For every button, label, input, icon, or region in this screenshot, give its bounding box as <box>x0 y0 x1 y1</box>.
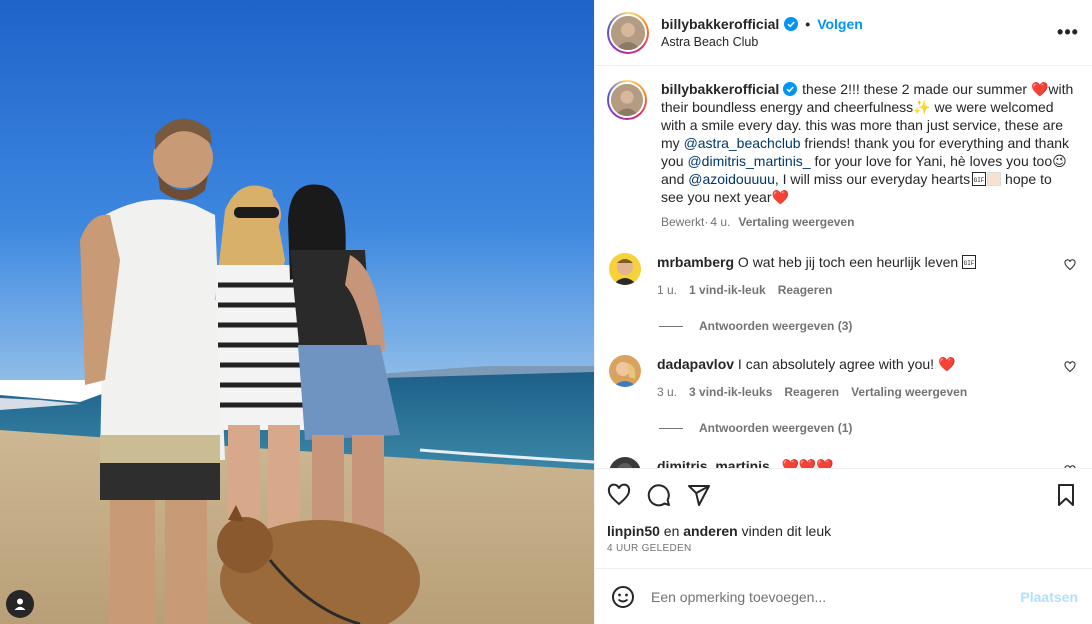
caption-segment: and <box>661 171 689 187</box>
post-panel: billybakkerofficial • Volgen Astra Beach… <box>594 0 1092 624</box>
replies-line <box>659 325 683 327</box>
mention-link[interactable]: @dimitris_martinis_ <box>687 153 810 169</box>
svg-text:GIF: GIF <box>974 177 985 184</box>
bookmark-save-icon[interactable] <box>1054 483 1078 507</box>
verified-badge-icon <box>783 82 798 96</box>
heart-emoji: ❤️ <box>771 189 789 205</box>
like-comment-heart-icon[interactable] <box>1064 361 1076 373</box>
mention-link[interactable]: @azoidouuuu <box>688 171 775 187</box>
comment-item: mrbamberg O wat heb jij toch een heurlij… <box>607 253 1076 299</box>
comment-item: dadapavlov I can absolutely agree with y… <box>607 355 1076 401</box>
caption-avatar[interactable] <box>607 80 647 120</box>
follow-button[interactable]: Volgen <box>817 16 863 32</box>
caption-age[interactable]: 4 u. <box>710 213 730 231</box>
beach-photo <box>0 0 594 624</box>
reply-button[interactable]: Reageren <box>784 383 839 401</box>
caption-username[interactable]: billybakkerofficial <box>661 81 779 97</box>
caption-segment: , I will miss our everyday hearts <box>774 171 971 187</box>
post-timestamp[interactable]: 4 UUR GELEDEN <box>607 543 1080 554</box>
commenter-avatar[interactable] <box>609 457 641 468</box>
commenter-avatar[interactable] <box>609 355 641 387</box>
more-options-button[interactable]: ••• <box>1056 21 1080 45</box>
like-comment-heart-icon[interactable] <box>1064 259 1076 271</box>
wink-emoji: 😉 <box>1052 153 1067 169</box>
likes-summary: linpin50 en anderen vinden dit leuk <box>607 523 1080 539</box>
mention-link[interactable]: @astra_beachclub <box>684 135 801 151</box>
author-avatar[interactable] <box>607 11 649 54</box>
post-comment-button[interactable]: Plaatsen <box>1020 589 1078 605</box>
commenter-avatar[interactable] <box>609 253 641 285</box>
view-replies-label: Antwoorden weergeven (1) <box>699 421 853 435</box>
author-username[interactable]: billybakkerofficial <box>661 16 779 32</box>
replies-line <box>659 427 683 429</box>
comment-age[interactable]: 1 u. <box>657 281 677 299</box>
like-heart-icon[interactable] <box>607 483 631 507</box>
view-replies-button[interactable]: Antwoorden weergeven (1) <box>659 421 1076 435</box>
heart-emoji: ❤️❤️❤️ <box>777 458 834 468</box>
svg-text:GIF: GIF <box>964 260 975 267</box>
translate-button[interactable]: Vertaling weergeven <box>851 383 967 401</box>
post-caption: billybakkerofficial these 2!!! these 2 m… <box>607 80 1076 231</box>
comment-input[interactable] <box>651 588 1021 605</box>
comment-text: I can absolutely agree with you! <box>734 356 938 372</box>
add-comment-bar: Plaatsen <box>595 568 1092 624</box>
heart-emoji: ❤️ <box>1030 81 1049 97</box>
separator-dot: • <box>805 16 811 32</box>
translate-button[interactable]: Vertaling weergeven <box>738 213 854 231</box>
liked-by-user[interactable]: linpin50 <box>607 523 660 539</box>
comment-text: O wat heb jij toch een heurlijk leven <box>734 254 963 270</box>
edited-label: Bewerkt <box>661 215 705 229</box>
post-actions: linpin50 en anderen vinden dit leuk 4 UU… <box>595 468 1092 568</box>
comments-section[interactable]: billybakkerofficial these 2!!! these 2 m… <box>595 66 1092 468</box>
commenter-username[interactable]: dadapavlov <box>657 356 734 372</box>
comment-bubble-icon[interactable] <box>647 483 671 507</box>
view-replies-button[interactable]: Antwoorden weergeven (3) <box>659 319 1076 333</box>
comment-likes[interactable]: 3 vind-ik-leuks <box>689 383 772 401</box>
gif-placeholder-icon: GIF <box>962 255 977 269</box>
sparkles-emoji: ✨ <box>913 99 931 115</box>
share-send-icon[interactable] <box>687 483 711 507</box>
tagged-users-button[interactable] <box>6 590 34 618</box>
likes-text: vinden dit leuk <box>737 523 832 539</box>
gif-placeholder-icon: GIF <box>972 172 987 186</box>
caption-segment: for your love for Yani, hè loves you too <box>810 153 1053 169</box>
emoji-picker-icon[interactable] <box>611 585 635 609</box>
blank-emoji-icon <box>987 172 1002 186</box>
likes-text: en <box>659 523 684 539</box>
post-location[interactable]: Astra Beach Club <box>661 35 1056 49</box>
post-header: billybakkerofficial • Volgen Astra Beach… <box>595 0 1092 66</box>
comment-likes[interactable]: 1 vind-ik-leuk <box>689 281 766 299</box>
commenter-username[interactable]: mrbamberg <box>657 254 734 270</box>
post-photo[interactable] <box>0 0 594 624</box>
reply-button[interactable]: Reageren <box>778 281 833 299</box>
view-replies-label: Antwoorden weergeven (3) <box>699 319 853 333</box>
heart-emoji: ❤️ <box>937 356 956 372</box>
caption-segment: these 2!!! these 2 made our summer <box>798 81 1031 97</box>
meta-separator: · <box>704 215 709 229</box>
comment-item: dimitris_martinis_ ❤️❤️❤️ <box>607 457 1076 468</box>
verified-badge-icon <box>784 17 799 31</box>
liked-by-others[interactable]: anderen <box>683 523 737 539</box>
caption-text: billybakkerofficial these 2!!! these 2 m… <box>661 80 1076 206</box>
commenter-username[interactable]: dimitris_martinis_ <box>657 458 778 468</box>
user-icon <box>14 598 26 610</box>
comment-age[interactable]: 3 u. <box>657 383 677 401</box>
